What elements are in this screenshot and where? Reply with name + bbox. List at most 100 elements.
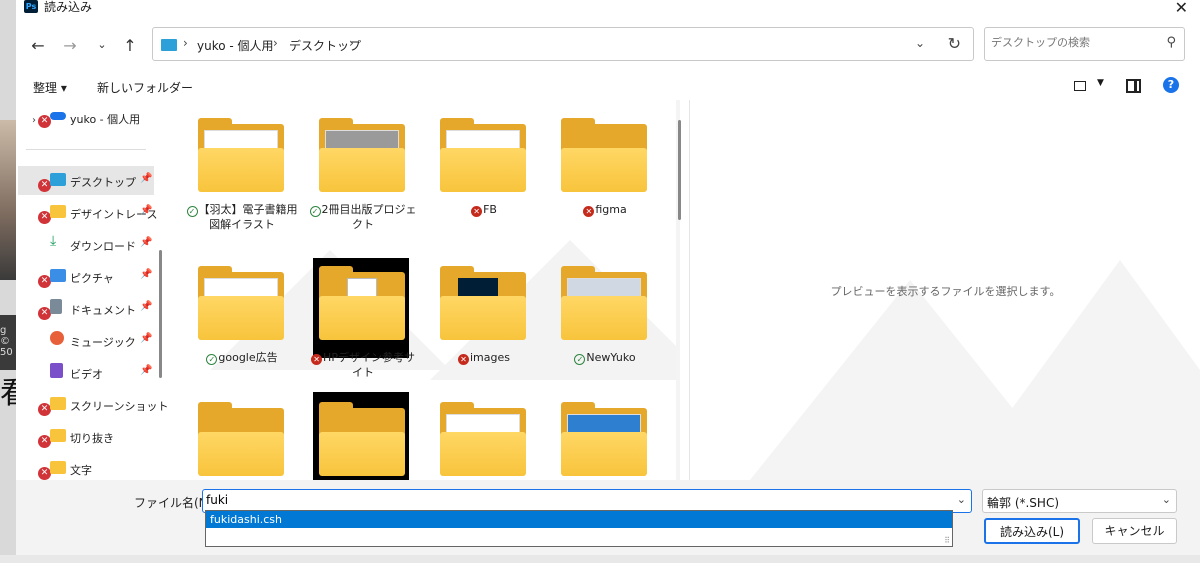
- background-app: g © 50 看: [0, 0, 16, 563]
- onedrive-icon: [50, 112, 66, 120]
- sidebar-item-screenshots[interactable]: ✕ スクリーンショット: [18, 390, 168, 419]
- folder-item[interactable]: ✕ figma: [547, 104, 657, 244]
- filename-input[interactable]: [206, 493, 926, 507]
- command-bar: 整理 ▾ 新しいフォルダー ▼ ?: [16, 76, 1200, 100]
- sidebar-item-videos[interactable]: ビデオ 📌: [18, 358, 154, 387]
- cancel-button[interactable]: キャンセル: [1092, 518, 1177, 544]
- folder-icon: [561, 402, 647, 476]
- file-list-scrollbar[interactable]: [678, 120, 681, 220]
- folder-item[interactable]: ✓ 2冊目出版プロジェクト: [305, 104, 417, 244]
- background-photo: [0, 120, 16, 280]
- sidebar-item-design-trace[interactable]: ✕ デザイントレース 📌: [18, 198, 157, 227]
- sidebar-item-label: デスクトップ: [70, 176, 136, 189]
- sidebar-item-label: スクリーンショット: [70, 400, 169, 413]
- view-mode-icon[interactable]: [1074, 81, 1086, 91]
- new-folder-button[interactable]: 新しいフォルダー: [97, 79, 193, 96]
- search-input[interactable]: [991, 36, 1151, 49]
- photoshop-icon: Ps: [24, 0, 38, 13]
- folder-item[interactable]: [426, 388, 536, 480]
- folder-icon: [50, 429, 66, 442]
- help-icon[interactable]: ?: [1163, 77, 1179, 93]
- desktop-icon: [50, 173, 66, 186]
- synced-check-icon: ✓: [206, 354, 218, 365]
- pin-icon: 📌: [140, 301, 153, 312]
- sidebar-item-desktop[interactable]: ✕ デスクトップ 📌: [18, 166, 154, 195]
- folder-item[interactable]: [547, 388, 657, 480]
- sidebar-item-pictures[interactable]: ✕ ピクチャ 📌: [18, 262, 154, 291]
- search-box[interactable]: ⚲: [984, 27, 1185, 61]
- video-icon: [50, 363, 63, 378]
- up-arrow-icon[interactable]: ↑: [118, 36, 142, 55]
- breadcrumb-separator[interactable]: ›: [183, 36, 188, 50]
- folder-item[interactable]: ✕ HPデザイン参考サイト: [305, 252, 415, 392]
- organize-button[interactable]: 整理 ▾: [33, 79, 67, 96]
- download-icon: ⤓: [50, 233, 57, 249]
- sidebar-item-label: ダウンロード: [70, 240, 136, 253]
- sidebar-item-downloads[interactable]: ⤓ ダウンロード 📌: [18, 230, 154, 259]
- navigation-bar: ← → ⌄ ↑ › yuko - 個人用 › デスクトップ › ⌄ ↻ ⚲: [16, 18, 1200, 76]
- preview-pane-icon[interactable]: [1126, 79, 1141, 93]
- expand-caret-icon[interactable]: ›: [32, 115, 36, 126]
- recent-locations-chevron-icon[interactable]: ⌄: [90, 38, 114, 51]
- folder-icon: [561, 266, 647, 340]
- folder-item[interactable]: ✓ NewYuko: [547, 252, 657, 392]
- folder-item[interactable]: ✓ 【羽太】電子書籍用図解イラスト: [184, 104, 298, 244]
- sidebar-item-label: ミュージック: [70, 336, 136, 349]
- folder-label: ✕ FB: [428, 202, 540, 217]
- folder-label: ✕ images: [428, 350, 540, 365]
- sidebar-item-onedrive[interactable]: › ✕ yuko - 個人用: [18, 103, 154, 132]
- pin-icon: 📌: [140, 205, 153, 216]
- breadcrumb-separator[interactable]: ›: [273, 36, 278, 50]
- sidebar-item-music[interactable]: ミュージック 📌: [18, 326, 154, 355]
- sidebar-item-clippings[interactable]: ✕ 切り抜き: [18, 422, 154, 451]
- view-dropdown-icon[interactable]: ▼: [1097, 78, 1104, 88]
- music-icon: [50, 331, 64, 345]
- folder-icon: [50, 461, 66, 474]
- close-icon[interactable]: ✕: [1175, 0, 1188, 17]
- resize-grip-icon[interactable]: ⠿: [944, 536, 950, 545]
- sidebar-item-text[interactable]: ✕ 文字: [18, 454, 154, 483]
- forward-arrow-icon[interactable]: →: [58, 36, 82, 55]
- sidebar-item-label: ドキュメント: [70, 304, 136, 317]
- filename-dropdown-icon[interactable]: ⌄: [957, 493, 966, 506]
- pin-icon: 📌: [140, 173, 153, 184]
- folder-item[interactable]: ✕ FB: [426, 104, 536, 244]
- folder-item[interactable]: ✕ images: [426, 252, 536, 392]
- file-list-pane: ✓ 【羽太】電子書籍用図解イラスト ✓ 2冊目出版プロジェクト ✕ FB ✕ f…: [170, 100, 681, 480]
- address-bar[interactable]: › yuko - 個人用 › デスクトップ › ⌄ ↻: [152, 27, 974, 61]
- title-bar: Ps 読み込み ✕: [16, 0, 1200, 18]
- sidebar-scrollbar[interactable]: [159, 250, 162, 378]
- file-grid: ✓ 【羽太】電子書籍用図解イラスト ✓ 2冊目出版プロジェクト ✕ FB ✕ f…: [170, 100, 676, 480]
- folder-label: ✓ 2冊目出版プロジェクト: [307, 202, 419, 232]
- folder-icon: [561, 118, 647, 192]
- background-bottom: [0, 555, 1200, 563]
- documents-icon: [50, 299, 62, 314]
- address-dropdown-icon[interactable]: ⌄: [915, 36, 925, 50]
- autocomplete-item[interactable]: fukidashi.csh: [206, 511, 952, 528]
- open-button[interactable]: 読み込み(L): [984, 518, 1080, 544]
- folder-icon: [440, 266, 526, 340]
- folder-item[interactable]: [184, 388, 294, 480]
- sidebar-item-documents[interactable]: ✕ ドキュメント 📌: [18, 294, 154, 323]
- sidebar-item-label: yuko - 個人用: [70, 113, 141, 126]
- folder-icon: [198, 266, 284, 340]
- folder-item[interactable]: ✓ google広告: [184, 252, 294, 392]
- folder-item[interactable]: [305, 388, 415, 480]
- back-arrow-icon[interactable]: ←: [26, 36, 50, 55]
- refresh-icon[interactable]: ↻: [948, 34, 961, 53]
- breadcrumb-onedrive[interactable]: yuko - 個人用: [197, 37, 274, 54]
- filetype-dropdown-icon[interactable]: ⌄: [1162, 493, 1171, 506]
- breadcrumb-separator[interactable]: ›: [349, 36, 354, 50]
- filetype-select[interactable]: 輪郭 (*.SHC) ⌄: [982, 489, 1177, 513]
- sync-error-icon: ✕: [38, 115, 51, 128]
- sidebar-item-label: 文字: [70, 464, 92, 477]
- search-icon[interactable]: ⚲: [1166, 35, 1176, 50]
- folder-label: ✓ 【羽太】電子書籍用図解イラスト: [186, 202, 298, 232]
- autocomplete-dropdown: fukidashi.csh ⠿: [205, 510, 953, 547]
- folder-label: ✕ HPデザイン参考サイト: [307, 350, 419, 380]
- preview-pane: プレビューを表示するファイルを選択します。: [689, 100, 1200, 480]
- pin-icon: 📌: [140, 333, 153, 344]
- folder-label: ✓ google広告: [186, 350, 298, 365]
- filetype-value: 輪郭 (*.SHC): [987, 496, 1060, 510]
- sync-error-icon: ✕: [471, 206, 483, 217]
